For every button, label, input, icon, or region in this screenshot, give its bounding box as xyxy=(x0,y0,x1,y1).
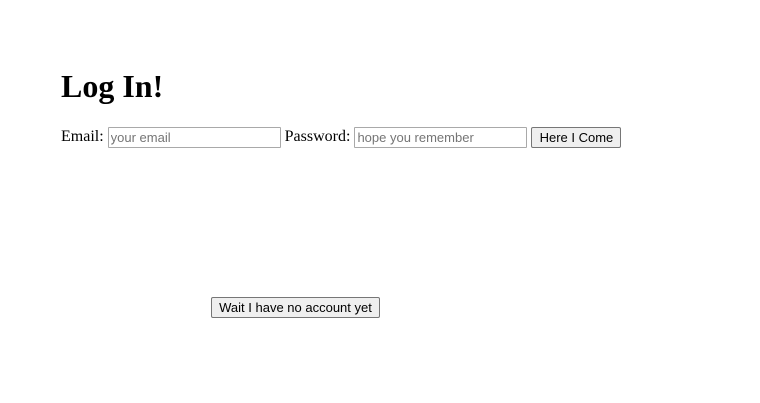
password-label: Password: xyxy=(284,128,351,145)
login-submit-button[interactable]: Here I Come xyxy=(531,126,622,148)
page-title: Log In! xyxy=(61,68,164,104)
password-input[interactable] xyxy=(354,126,528,148)
no-account-signup-button[interactable]: Wait I have no account yet xyxy=(211,297,380,318)
email-label: Email: xyxy=(61,128,104,145)
email-input[interactable] xyxy=(107,126,281,148)
login-form: Email: Password: Here I Come xyxy=(61,125,622,149)
